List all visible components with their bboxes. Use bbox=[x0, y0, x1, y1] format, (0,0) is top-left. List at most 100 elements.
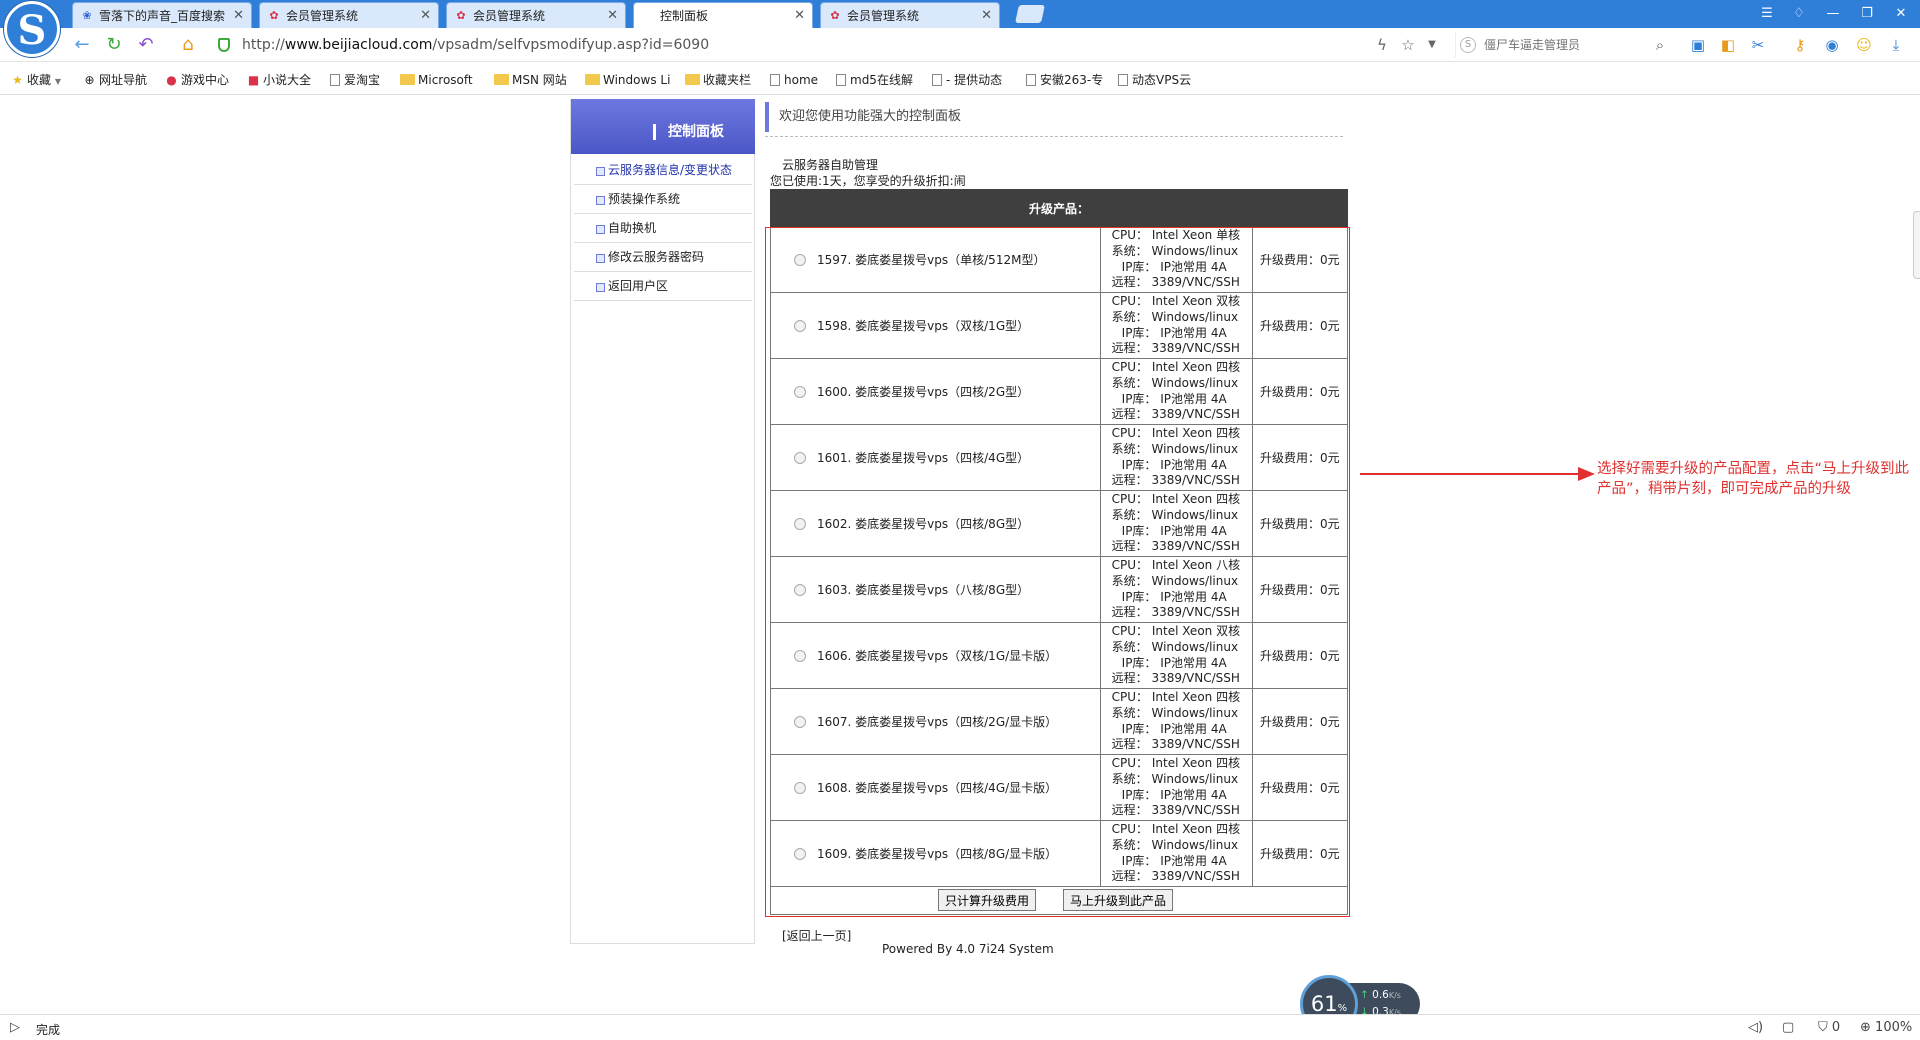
sidebar-item-server-info[interactable]: 云服务器信息/变更状态 bbox=[574, 156, 752, 185]
bookmark-nav[interactable]: ⊕ 网址导航 bbox=[82, 71, 147, 89]
section-title: 云服务器自助管理 bbox=[782, 158, 879, 172]
new-tab-button[interactable] bbox=[1015, 5, 1045, 23]
spec-remote: 远程： 3389/VNC/SSH bbox=[1111, 275, 1240, 290]
product-radio[interactable] bbox=[794, 386, 806, 398]
home-icon[interactable]: ⌂ bbox=[176, 33, 200, 57]
bookmark-home[interactable]: home bbox=[770, 71, 818, 89]
bookmark-games[interactable]: ● 游戏中心 bbox=[164, 71, 229, 89]
chevron-down-icon[interactable]: ▼ bbox=[1422, 35, 1442, 55]
bookmark-microsoft[interactable]: Microsoft bbox=[400, 71, 473, 89]
magnifier-icon[interactable]: ◉ bbox=[1822, 35, 1842, 55]
spec-os: 系统： Windows/linux bbox=[1111, 837, 1239, 852]
page-content: 控制面板 云服务器信息/变更状态 预装操作系统 自助换机 修改云服务器密码 返回… bbox=[0, 96, 1920, 1014]
scissors-icon[interactable]: ✂ bbox=[1748, 35, 1768, 55]
sidebar-item-self-switch[interactable]: 自助换机 bbox=[574, 214, 752, 243]
product-name-cell[interactable]: 1606. 娄底娄星拨号vps（双核/1G/显卡版） bbox=[770, 622, 1101, 689]
product-radio[interactable] bbox=[794, 320, 806, 332]
minimize-icon[interactable]: — bbox=[1822, 4, 1844, 24]
calc-fee-button[interactable]: 只计算升级费用 bbox=[938, 889, 1037, 911]
tab-member-system-1[interactable]: ✿ 会员管理系统 ✕ bbox=[259, 2, 439, 28]
download-icon[interactable]: ⤓ bbox=[1886, 35, 1906, 55]
tab-baidu-search[interactable]: ❀ 雪落下的声音_百度搜索 ✕ bbox=[72, 2, 252, 28]
lightning-icon[interactable]: ϟ bbox=[1372, 35, 1392, 55]
refresh-icon[interactable]: ↻ bbox=[102, 33, 126, 57]
translate-icon[interactable]: ▣ bbox=[1688, 35, 1708, 55]
sidebar-item-preinstall-os[interactable]: 预装操作系统 bbox=[574, 185, 752, 214]
zoom-level[interactable]: ⊕ 100% bbox=[1860, 1020, 1912, 1036]
close-icon[interactable]: ✕ bbox=[794, 3, 805, 28]
bookmark-md5[interactable]: md5在线解 bbox=[836, 71, 913, 89]
spec-ip: IP库： IP池常用 4A bbox=[1121, 457, 1227, 472]
sidebar-toggle-icon[interactable]: ▷ bbox=[10, 1020, 20, 1036]
sidebar-item-back-user-area[interactable]: 返回用户区 bbox=[574, 272, 752, 301]
sogou-browser-logo[interactable]: S bbox=[4, 1, 60, 57]
briefcase-icon[interactable]: ▢ bbox=[1782, 1020, 1794, 1036]
product-radio[interactable] bbox=[794, 584, 806, 596]
product-name-cell[interactable]: 1609. 娄底娄星拨号vps（四核/8G/显卡版） bbox=[770, 820, 1101, 887]
table-row: 1607. 娄底娄星拨号vps（四核/2G/显卡版） CPU： Intel Xeo… bbox=[770, 688, 1349, 755]
smiley-icon[interactable]: ☺ bbox=[1854, 35, 1874, 55]
close-icon[interactable]: ✕ bbox=[981, 3, 992, 28]
restore-icon[interactable]: ❐ bbox=[1856, 4, 1878, 24]
tab-member-system-3[interactable]: ✿ 会员管理系统 ✕ bbox=[820, 2, 1000, 28]
search-input[interactable] bbox=[1482, 36, 1652, 54]
spec-os: 系统： Windows/linux bbox=[1111, 375, 1239, 390]
key-icon[interactable]: ⚷ bbox=[1790, 35, 1810, 55]
search-icon[interactable]: ⌕ bbox=[1650, 35, 1670, 55]
upgrade-fee: 升级费用：0元 bbox=[1251, 358, 1349, 425]
product-name-cell[interactable]: 1598. 娄底娄星拨号vps（双核/1G型） bbox=[770, 292, 1101, 359]
product-radio[interactable] bbox=[794, 650, 806, 662]
skin-icon[interactable]: ♢ bbox=[1788, 4, 1810, 24]
upgrade-now-button[interactable]: 马上升级到此产品 bbox=[1063, 889, 1174, 911]
bookmark-dynamic[interactable]: - 提供动态 bbox=[932, 71, 1002, 89]
product-name-cell[interactable]: 1602. 娄底娄星拨号vps（四核/8G型） bbox=[770, 490, 1101, 557]
product-name-cell[interactable]: 1600. 娄底娄星拨号vps（四核/2G型） bbox=[770, 358, 1101, 425]
sidebar-item-change-password[interactable]: 修改云服务器密码 bbox=[574, 243, 752, 272]
bookmark-dynamic-vps[interactable]: 动态VPS云 bbox=[1118, 71, 1191, 89]
table-row: 1603. 娄底娄星拨号vps（八核/8G型） CPU： Intel Xeon 八… bbox=[770, 556, 1349, 623]
product-name-cell[interactable]: 1597. 娄底娄星拨号vps（单核/512M型） bbox=[770, 226, 1101, 293]
upgrade-fee: 升级费用：0元 bbox=[1251, 754, 1349, 821]
product-name-cell[interactable]: 1607. 娄底娄星拨号vps（四核/2G/显卡版） bbox=[770, 688, 1101, 755]
product-radio[interactable] bbox=[794, 782, 806, 794]
close-icon[interactable]: ✕ bbox=[233, 3, 244, 28]
address-bar[interactable]: http://www.beijiacloud.com/vpsadm/selfvp… bbox=[210, 32, 1410, 58]
product-name-cell[interactable]: 1603. 娄底娄星拨号vps（八核/8G型） bbox=[770, 556, 1101, 623]
side-pull-tab[interactable] bbox=[1913, 211, 1920, 279]
bookmark-taobao[interactable]: 爱淘宝 bbox=[330, 71, 380, 89]
close-icon[interactable]: ✕ bbox=[607, 3, 618, 28]
product-spec-cell: CPU： Intel Xeon 四核 系统： Windows/linux IP库： … bbox=[1099, 820, 1253, 887]
product-radio[interactable] bbox=[794, 518, 806, 530]
bookmark-anhui263[interactable]: 安徽263-专 bbox=[1026, 71, 1103, 89]
volume-icon[interactable]: ◁) bbox=[1748, 1020, 1763, 1036]
page-icon bbox=[932, 74, 942, 86]
bookmark-favorites-bar[interactable]: 收藏夹栏 bbox=[685, 71, 751, 89]
product-radio[interactable] bbox=[794, 848, 806, 860]
tab-control-panel[interactable]: 控制面板 ✕ bbox=[633, 2, 813, 28]
product-radio[interactable] bbox=[794, 716, 806, 728]
flower-icon: ✿ bbox=[456, 9, 466, 22]
search-box[interactable]: S bbox=[1455, 32, 1675, 58]
window-close-icon[interactable]: ✕ bbox=[1890, 4, 1912, 24]
product-name-cell[interactable]: 1601. 娄底娄星拨号vps（四核/4G型） bbox=[770, 424, 1101, 491]
close-icon[interactable]: ✕ bbox=[420, 3, 431, 28]
product-name-cell[interactable]: 1608. 娄底娄星拨号vps（四核/4G/显卡版） bbox=[770, 754, 1101, 821]
tab-member-system-2[interactable]: ✿ 会员管理系统 ✕ bbox=[446, 2, 626, 28]
screenshot-icon[interactable]: ◧ bbox=[1718, 35, 1738, 55]
bookmark-favorites[interactable]: ★ 收藏 ▼ bbox=[10, 71, 61, 89]
back-arrow-icon[interactable]: ← bbox=[70, 33, 94, 57]
star-icon[interactable]: ☆ bbox=[1398, 35, 1418, 55]
spec-remote: 远程： 3389/VNC/SSH bbox=[1111, 869, 1240, 884]
product-radio[interactable] bbox=[794, 452, 806, 464]
menu-icon[interactable]: ☰ bbox=[1756, 4, 1778, 24]
product-name: 1607. 娄底娄星拨号vps（四核/2G/显卡版） bbox=[817, 715, 1058, 729]
back-link[interactable]: [返回上一页] bbox=[782, 927, 851, 944]
product-radio[interactable] bbox=[794, 254, 806, 266]
undo-icon[interactable]: ↶ bbox=[134, 33, 158, 57]
page-icon bbox=[836, 74, 846, 86]
bookmark-windows-live[interactable]: Windows Li bbox=[585, 71, 670, 89]
bookmark-novels[interactable]: ■ 小说大全 bbox=[246, 71, 311, 89]
product-spec-cell: CPU： Intel Xeon 单核 系统： Windows/linux IP库： … bbox=[1099, 226, 1253, 293]
bookmark-msn[interactable]: MSN 网站 bbox=[494, 71, 567, 89]
shield-count[interactable]: ⛉ 0 bbox=[1818, 1020, 1840, 1036]
